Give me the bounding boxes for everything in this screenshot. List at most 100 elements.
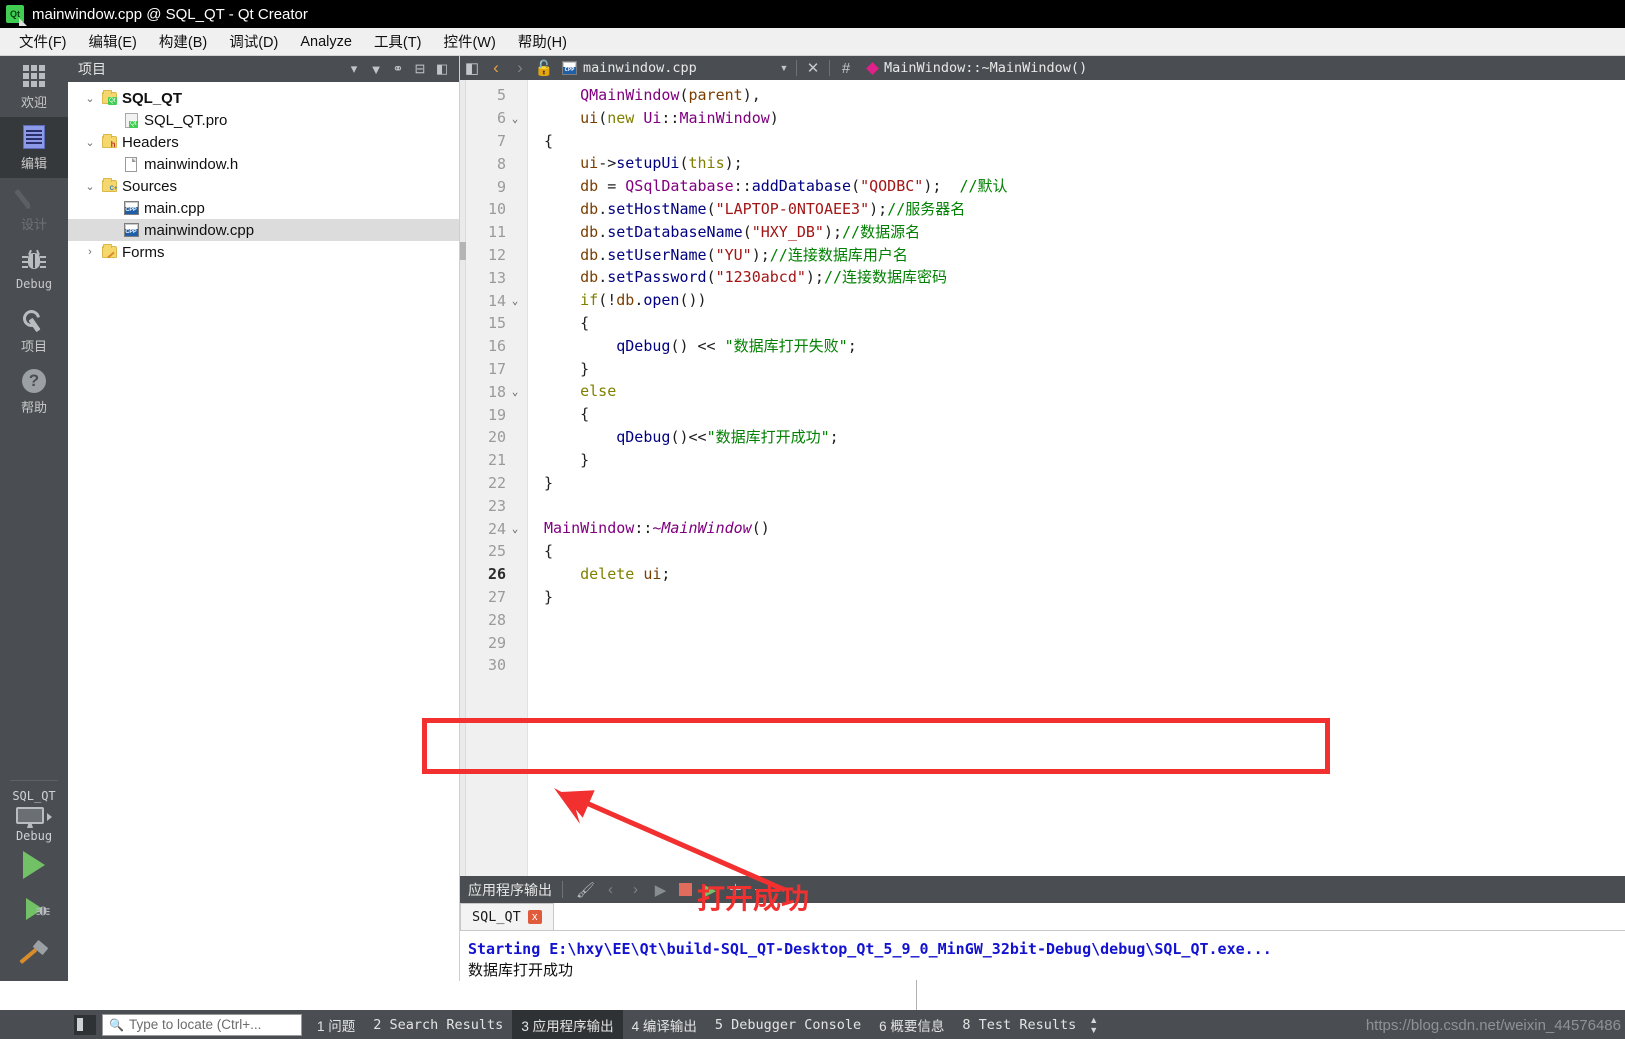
gutter-line[interactable]: 12 bbox=[460, 244, 527, 267]
expander-icon[interactable]: ⌄ bbox=[82, 136, 98, 149]
gutter-line[interactable]: 27 bbox=[460, 586, 527, 609]
status-tab-1[interactable]: 1 问题 bbox=[308, 1010, 364, 1039]
gutter-line[interactable]: 14 ⌄ bbox=[460, 289, 527, 312]
code-line[interactable]: } bbox=[544, 472, 1625, 495]
code-line[interactable] bbox=[544, 494, 1625, 517]
code-line[interactable]: db.setPassword("1230abcd");//连接数据库密码 bbox=[544, 266, 1625, 289]
output-tab-bar[interactable]: SQL_QT x bbox=[460, 903, 1625, 931]
gutter-line[interactable]: 28 bbox=[460, 608, 527, 631]
tree-item-main-cpp[interactable]: main.cpp bbox=[68, 197, 459, 219]
output-pane-toggle-icon[interactable]: ▲ ▼ bbox=[1089, 1015, 1098, 1034]
status-tab-4[interactable]: 4 编译输出 bbox=[623, 1010, 706, 1039]
expander-icon[interactable]: ⌄ bbox=[82, 180, 98, 193]
line-number-gutter[interactable]: 5 6 ⌄ 7 8 9 10 11 12 13 14 ⌄ 15 16 17 18 ⌄ 19 20 21 22 23 24 ⌄ 2… bbox=[460, 80, 528, 876]
open-file-combobox[interactable]: mainwindow.cpp ▾ bbox=[556, 60, 792, 76]
clear-icon[interactable]: 🖌 bbox=[573, 879, 598, 901]
hide-sidebar-icon[interactable]: ◧ bbox=[431, 59, 453, 79]
code-line[interactable]: QMainWindow(parent), bbox=[544, 84, 1625, 107]
gutter-line[interactable]: 23 bbox=[460, 494, 527, 517]
tree-item-sql-qt-pro[interactable]: SQL_QT.pro bbox=[68, 109, 459, 131]
code-line[interactable]: delete ui; bbox=[544, 563, 1625, 586]
filter-icon[interactable]: ▼ bbox=[365, 59, 387, 79]
show-sidebar-icon[interactable]: ◧ bbox=[460, 56, 484, 80]
run-icon[interactable]: ▶ bbox=[648, 879, 673, 901]
run-button[interactable] bbox=[0, 843, 68, 887]
mode-debug[interactable]: Debug bbox=[0, 239, 68, 300]
toggle-sidebar-button[interactable] bbox=[74, 1014, 96, 1035]
gutter-line[interactable]: 7 bbox=[460, 130, 527, 153]
code-line[interactable]: { bbox=[544, 403, 1625, 426]
code-line[interactable]: MainWindow::~MainWindow() bbox=[544, 517, 1625, 540]
menu-debug[interactable]: 调试(D) bbox=[218, 28, 289, 55]
code-line[interactable]: } bbox=[544, 449, 1625, 472]
status-tab-7[interactable]: 8 Test Results bbox=[953, 1010, 1085, 1039]
code-line[interactable]: { bbox=[544, 312, 1625, 335]
gutter-line[interactable]: 26 bbox=[460, 563, 527, 586]
menu-edit[interactable]: 编辑(E) bbox=[78, 28, 148, 55]
tree-item-mainwindow-h[interactable]: mainwindow.h bbox=[68, 153, 459, 175]
code-text[interactable]: QMainWindow(parent), ui(new Ui::MainWind… bbox=[528, 80, 1625, 876]
stop-icon[interactable] bbox=[673, 879, 698, 901]
code-line[interactable]: } bbox=[544, 358, 1625, 381]
output-selector-tabs[interactable]: 1 问题 2 Search Results 3 应用程序输出 4 编译输出 5 Debu… bbox=[308, 1010, 1085, 1039]
menu-tools[interactable]: 工具(T) bbox=[363, 28, 433, 55]
gutter-line[interactable]: 29 bbox=[460, 631, 527, 654]
gutter-line[interactable]: 21 bbox=[460, 449, 527, 472]
gutter-line[interactable]: 17 bbox=[460, 358, 527, 381]
mode-design[interactable]: 设计 bbox=[0, 178, 68, 239]
code-line[interactable]: db.setUserName("YU");//连接数据库用户名 bbox=[544, 244, 1625, 267]
fold-marker-icon[interactable]: ⌄ bbox=[506, 112, 524, 125]
link-icon[interactable]: ⚭ bbox=[387, 59, 409, 79]
fold-marker-icon[interactable]: ⌄ bbox=[506, 294, 524, 307]
symbol-combobox[interactable]: MainWindow::~MainWindow() bbox=[866, 60, 1087, 76]
tree-item-mainwindow-cpp[interactable]: mainwindow.cpp bbox=[68, 219, 459, 241]
status-tab-5[interactable]: 5 Debugger Console bbox=[706, 1010, 870, 1039]
tree-item-forms[interactable]: › Forms bbox=[68, 241, 459, 263]
gutter-line[interactable]: 5 bbox=[460, 84, 527, 107]
code-line[interactable]: db.setHostName("LAPTOP-0NTOAEE3");//服务器名 bbox=[544, 198, 1625, 221]
kit-selector[interactable]: SQL_QT Debug bbox=[0, 780, 68, 981]
gutter-line[interactable]: 10 bbox=[460, 198, 527, 221]
status-tab-2[interactable]: 2 Search Results bbox=[364, 1010, 512, 1039]
tree-item-headers[interactable]: ⌄ Headers bbox=[68, 131, 459, 153]
gutter-line[interactable]: 22 bbox=[460, 472, 527, 495]
gutter-line[interactable]: 8 bbox=[460, 152, 527, 175]
code-editor[interactable]: 5 6 ⌄ 7 8 9 10 11 12 13 14 ⌄ 15 16 17 18 ⌄ 19 20 21 22 23 24 ⌄ 2… bbox=[460, 80, 1625, 876]
menu-analyze[interactable]: Analyze bbox=[289, 31, 363, 53]
gutter-line[interactable]: 25 bbox=[460, 540, 527, 563]
code-line[interactable] bbox=[544, 654, 1625, 677]
code-line[interactable]: qDebug()<<"数据库打开成功"; bbox=[544, 426, 1625, 449]
split-icon[interactable]: ⊟ bbox=[409, 59, 431, 79]
code-line[interactable]: { bbox=[544, 130, 1625, 153]
debug-button[interactable] bbox=[0, 887, 68, 931]
kit-target-icon[interactable] bbox=[0, 807, 68, 828]
fold-marker-icon[interactable]: ⌄ bbox=[506, 385, 524, 398]
unlocked-icon[interactable]: 🔓 bbox=[532, 56, 556, 80]
mode-edit[interactable]: 编辑 bbox=[0, 117, 68, 178]
gutter-line[interactable]: 30 bbox=[460, 654, 527, 677]
locator-input[interactable]: 🔍 Type to locate (Ctrl+... bbox=[102, 1013, 302, 1036]
gutter-line[interactable]: 19 bbox=[460, 403, 527, 426]
gutter-line[interactable]: 24 ⌄ bbox=[460, 517, 527, 540]
code-line[interactable]: { bbox=[544, 540, 1625, 563]
menu-build[interactable]: 构建(B) bbox=[148, 28, 218, 55]
code-line[interactable] bbox=[544, 631, 1625, 654]
go-back-icon[interactable]: ‹ bbox=[484, 56, 508, 80]
gutter-line[interactable]: 20 bbox=[460, 426, 527, 449]
code-line[interactable]: db.setDatabaseName("HXY_DB");//数据源名 bbox=[544, 221, 1625, 244]
gutter-line[interactable]: 15 bbox=[460, 312, 527, 335]
chevron-down-icon[interactable]: ▾ bbox=[343, 59, 365, 79]
gutter-line[interactable]: 6 ⌄ bbox=[460, 107, 527, 130]
menu-file[interactable]: 文件(F) bbox=[8, 28, 78, 55]
gutter-line[interactable]: 18 ⌄ bbox=[460, 380, 527, 403]
expander-icon[interactable]: ⌄ bbox=[82, 92, 98, 105]
chevron-down-icon[interactable]: ▾ bbox=[780, 60, 788, 76]
code-line[interactable]: db = QSqlDatabase::addDatabase("QODBC");… bbox=[544, 175, 1625, 198]
tree-item-sql-qt[interactable]: ⌄ SQL_QT bbox=[68, 87, 459, 109]
mode-help[interactable]: ? 帮助 bbox=[0, 361, 68, 422]
menu-window[interactable]: 控件(W) bbox=[432, 28, 506, 55]
prev-item-icon[interactable]: ‹ bbox=[598, 879, 623, 901]
status-tab-6[interactable]: 6 概要信息 bbox=[870, 1010, 953, 1039]
status-tab-3[interactable]: 3 应用程序输出 bbox=[512, 1010, 623, 1039]
expander-icon[interactable]: › bbox=[82, 246, 98, 258]
